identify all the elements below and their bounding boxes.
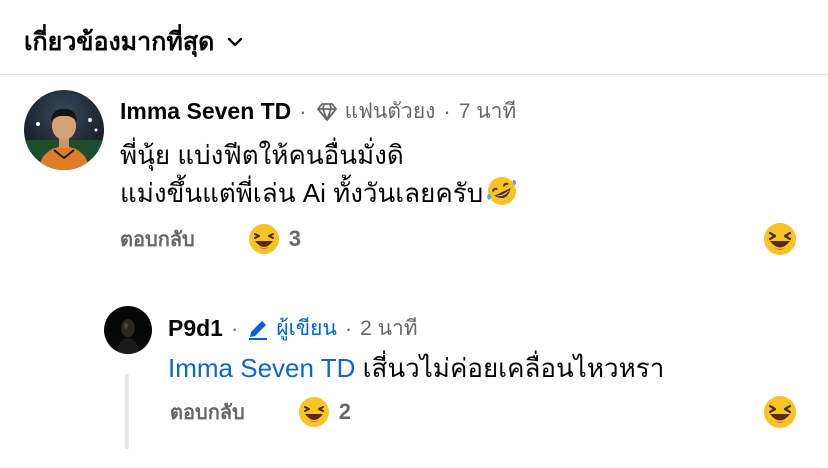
react-button[interactable] <box>762 394 798 430</box>
sort-dropdown[interactable]: เกี่ยวข้องมากที่สุด <box>24 22 244 62</box>
reaction-count: 2 <box>338 399 352 424</box>
mention-link[interactable]: Imma Seven TD <box>168 353 355 383</box>
reply-actions: ตอบกลับ 2 <box>170 395 351 429</box>
comment-line: พี่นุ้ย แบ่งฟีตให้คนอื่นมั่งดิ <box>120 140 404 170</box>
reply-text: เสี่นวไม่ค่อยเคลื่อนไหวหรา <box>362 353 665 383</box>
reaction-summary[interactable]: 3 <box>247 222 301 256</box>
separator-dot: · <box>230 315 239 341</box>
comment-line: แม่งขึ้นแต่พี่เล่น Ai ทั้งวันเลยครับ <box>120 178 484 208</box>
divider <box>0 74 828 75</box>
avatar[interactable] <box>24 90 104 170</box>
reply-meta: P9d1 · ผู้เขียน · 2 นาที <box>168 312 418 345</box>
reaction-summary[interactable]: 2 <box>297 395 351 429</box>
comment-line-with-emoji: แม่งขึ้นแต่พี่เล่น Ai ทั้งวันเลยครับ <box>120 174 519 212</box>
haha-emoji-icon <box>248 224 279 254</box>
author-badge-label: ผู้เขียน <box>276 317 337 340</box>
thread-line <box>125 374 129 449</box>
pencil-icon <box>246 317 270 341</box>
react-button[interactable] <box>762 221 798 257</box>
comment-meta: Imma Seven TD · แฟนตัวยง · 7 นาที <box>120 95 516 128</box>
comment-actions: ตอบกลับ 3 <box>120 222 301 256</box>
author-name[interactable]: P9d1 <box>168 315 223 342</box>
reaction-count: 3 <box>288 226 302 251</box>
diamond-icon <box>315 100 339 124</box>
reply-button[interactable]: ตอบกลับ <box>120 223 195 255</box>
chevron-down-icon <box>226 33 244 51</box>
sort-label: เกี่ยวข้องมากที่สุด <box>24 28 215 56</box>
avatar[interactable] <box>104 306 152 354</box>
reply-button[interactable]: ตอบกลับ <box>170 396 245 428</box>
fan-badge-label: แฟนตัวยง <box>344 100 436 123</box>
rofl-emoji-icon <box>485 174 519 208</box>
haha-emoji-icon <box>298 397 329 427</box>
comment-body: พี่นุ้ย แบ่งฟีตให้คนอื่นมั่งดิ แม่งขึ้นแ… <box>120 136 519 212</box>
timestamp[interactable]: 2 นาที <box>360 312 418 345</box>
separator-dot: · <box>344 315 353 341</box>
reply-body: Imma Seven TD เสี่นวไม่ค่อยเคลื่อนไหวหรา <box>168 349 664 387</box>
separator-dot: · <box>299 98 307 124</box>
author-name[interactable]: Imma Seven TD <box>120 98 291 125</box>
separator-dot: · <box>443 98 451 124</box>
timestamp[interactable]: 7 นาที <box>459 95 517 128</box>
